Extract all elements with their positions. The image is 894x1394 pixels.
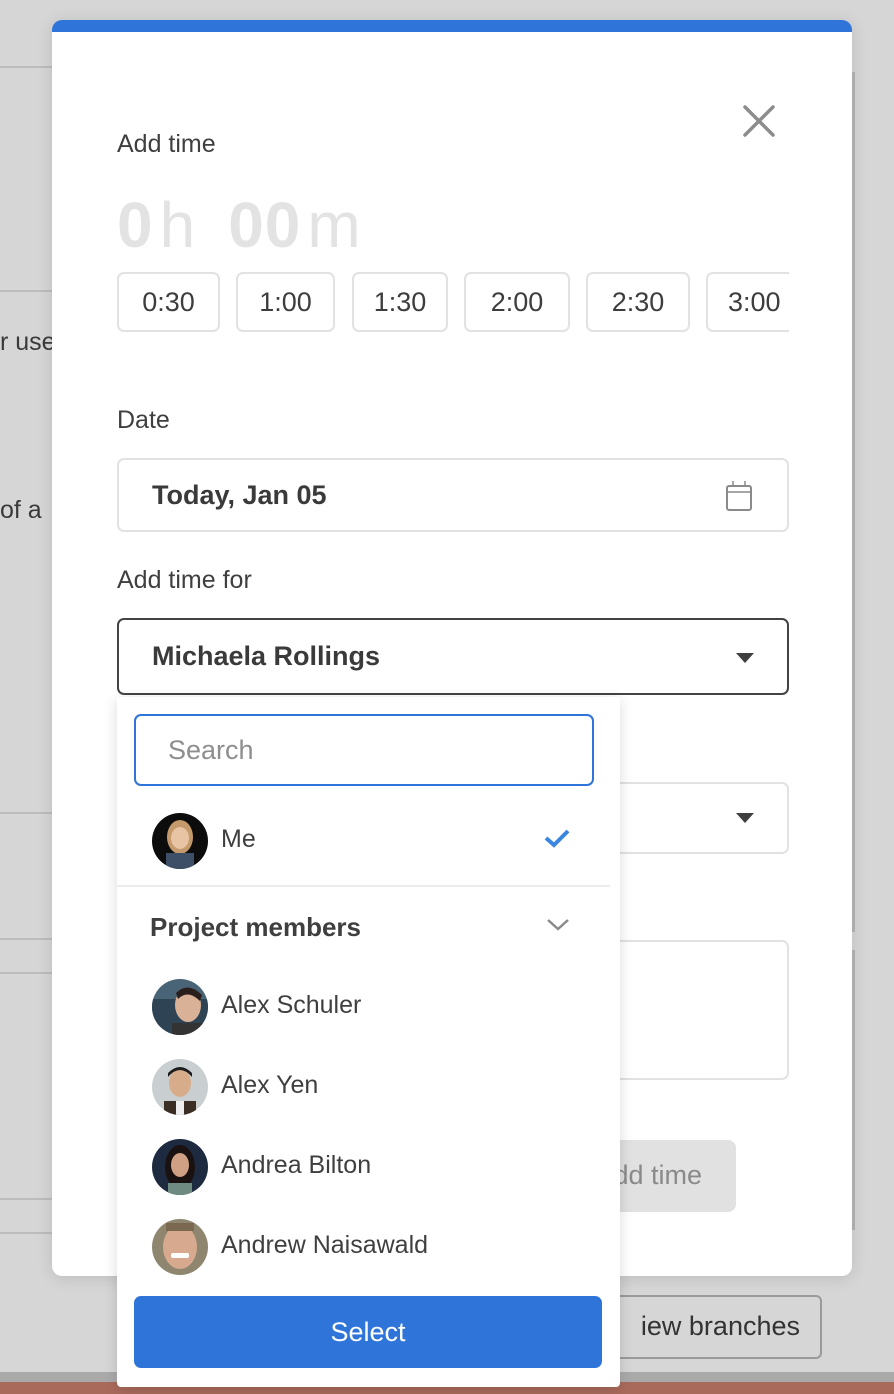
person-option[interactable]: Alex Schuler bbox=[117, 971, 610, 1041]
person-name: Andrea Bilton bbox=[221, 1151, 372, 1179]
duration-hours[interactable]: 0 bbox=[117, 189, 154, 261]
background-divider bbox=[0, 66, 52, 68]
date-field[interactable]: Today, Jan 05 bbox=[117, 458, 789, 532]
preset-button[interactable]: 1:00 bbox=[236, 272, 335, 332]
hours-unit: h bbox=[159, 189, 197, 261]
background-divider bbox=[0, 1232, 52, 1234]
person-option[interactable]: Andrea Bilton bbox=[117, 1131, 610, 1201]
select-button[interactable]: Select bbox=[134, 1296, 602, 1368]
caret-down-icon bbox=[736, 813, 754, 823]
background-text: r use bbox=[0, 328, 56, 356]
person-option[interactable]: Alex Yen bbox=[117, 1051, 610, 1121]
add-time-for-label: Add time for bbox=[117, 566, 252, 594]
chevron-down-icon[interactable] bbox=[545, 915, 571, 935]
person-name: Andrew Naisawald bbox=[221, 1231, 429, 1259]
duration-display[interactable]: 0h 00m bbox=[117, 188, 394, 262]
duration-minutes[interactable]: 00 bbox=[228, 189, 301, 261]
avatar bbox=[152, 1219, 208, 1275]
background-divider bbox=[0, 1198, 52, 1200]
person-dropdown: Me Project members Alex Schuler bbox=[117, 697, 620, 1387]
dropdown-divider bbox=[117, 885, 610, 887]
background-divider bbox=[0, 290, 52, 292]
preset-button[interactable]: 1:30 bbox=[352, 272, 448, 332]
preset-button[interactable]: 2:00 bbox=[464, 272, 570, 332]
preset-button[interactable]: 0:30 bbox=[117, 272, 220, 332]
calendar-icon[interactable] bbox=[725, 480, 753, 512]
duration-presets: 0:30 1:00 1:30 2:00 2:30 3:00 bbox=[117, 272, 789, 334]
avatar bbox=[152, 979, 208, 1035]
avatar bbox=[152, 1059, 208, 1115]
background-divider bbox=[0, 938, 52, 940]
background-text: of a bbox=[0, 496, 42, 524]
avatar bbox=[152, 1139, 208, 1195]
background-panel-edge bbox=[852, 72, 855, 932]
check-icon bbox=[544, 829, 570, 848]
person-option[interactable]: Andrew Naisawald bbox=[117, 1211, 610, 1281]
preset-button[interactable]: 2:30 bbox=[586, 272, 690, 332]
avatar bbox=[152, 813, 208, 869]
modal-accent-bar bbox=[52, 20, 852, 32]
search-input[interactable] bbox=[134, 714, 594, 786]
background-panel-edge bbox=[852, 950, 855, 1230]
caret-down-icon bbox=[736, 653, 754, 663]
minutes-unit: m bbox=[307, 189, 362, 261]
person-name: Alex Schuler bbox=[221, 991, 362, 1019]
date-value: Today, Jan 05 bbox=[152, 480, 327, 510]
add-time-for-select[interactable]: Michaela Rollings bbox=[117, 618, 789, 695]
close-icon bbox=[743, 105, 775, 137]
modal-title: Add time bbox=[117, 130, 216, 158]
close-button[interactable] bbox=[742, 104, 776, 138]
section-header: Project members bbox=[150, 912, 361, 942]
person-name: Alex Yen bbox=[221, 1071, 319, 1099]
background-divider bbox=[0, 812, 52, 814]
person-name: Me bbox=[221, 825, 256, 853]
date-label: Date bbox=[117, 406, 170, 434]
background-divider bbox=[0, 972, 52, 974]
preset-button[interactable]: 3:00 bbox=[706, 272, 789, 332]
add-time-for-value: Michaela Rollings bbox=[152, 641, 381, 671]
person-option-me[interactable]: Me bbox=[117, 805, 610, 875]
